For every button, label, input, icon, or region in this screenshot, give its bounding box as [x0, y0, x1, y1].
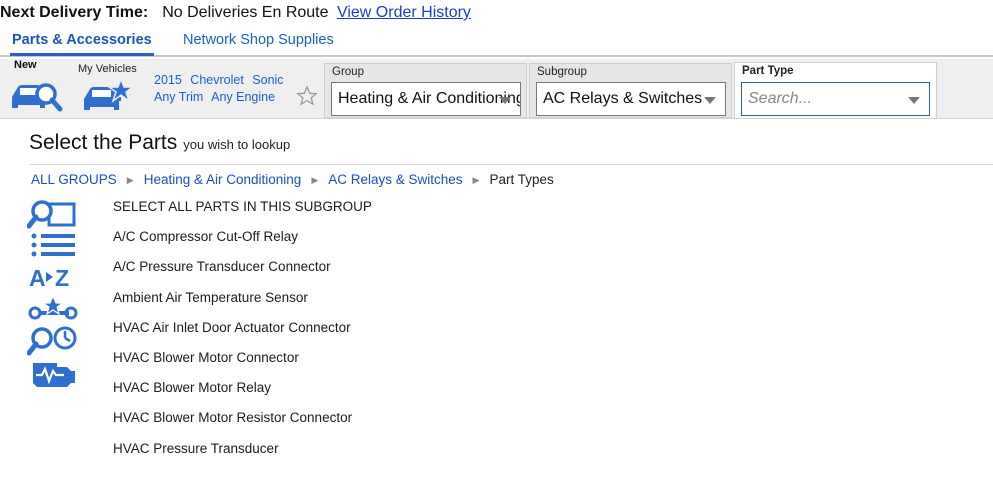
chevron-down-icon [499, 97, 511, 104]
search-clock-icon[interactable] [27, 325, 79, 357]
svg-text:A: A [29, 265, 46, 291]
breadcrumb-group[interactable]: Heating & Air Conditioning [144, 172, 302, 187]
vehicle-model[interactable]: Sonic [252, 73, 283, 87]
a-to-z-icon[interactable]: A Z [27, 261, 79, 293]
title-divider [29, 164, 993, 165]
chevron-down-icon [908, 97, 920, 104]
part-type-search-placeholder: Search... [748, 90, 813, 107]
list-item[interactable]: A/C Pressure Transducer Connector [113, 259, 372, 289]
part-type-select-container: Part Type Search... [734, 62, 937, 119]
main-tabs: Parts & Accessories Network Shop Supplie… [0, 30, 993, 57]
subgroup-select[interactable]: AC Relays & Switches [536, 82, 726, 116]
group-select[interactable]: Heating & Air Conditioning [331, 82, 521, 116]
group-caption: Group [332, 66, 364, 78]
search-panel-icon[interactable] [27, 199, 79, 231]
new-lookup-label: New [14, 59, 37, 71]
favorite-star-icon[interactable] [296, 85, 318, 107]
list-icon[interactable] [27, 231, 79, 261]
select-all-parts-item[interactable]: SELECT ALL PARTS IN THIS SUBGROUP [113, 199, 372, 229]
group-select-container: Group Heating & Air Conditioning [324, 63, 527, 118]
part-type-search[interactable]: Search... [741, 82, 930, 116]
breadcrumb-all-groups[interactable]: ALL GROUPS [31, 172, 117, 187]
vehicle-make[interactable]: Chevrolet [190, 73, 244, 87]
my-vehicles-label: My Vehicles [78, 63, 137, 75]
breadcrumb-arrow-icon: ▶ [126, 175, 134, 185]
view-order-history-link[interactable]: View Order History [337, 4, 471, 21]
delivery-value: No Deliveries En Route [162, 4, 329, 21]
page-title-text: Select the Parts [29, 131, 178, 154]
breadcrumb: ALL GROUPS ▶ Heating & Air Conditioning ▶ AC… [31, 172, 554, 187]
breadcrumb-subgroup[interactable]: AC Relays & Switches [328, 172, 462, 187]
vehicle-trim[interactable]: Any Trim [154, 90, 203, 104]
my-vehicles-icon[interactable] [82, 77, 136, 113]
selected-vehicle[interactable]: 2015 Chevrolet Sonic Any Trim Any Engine [154, 72, 289, 106]
page-subtitle: you wish to lookup [183, 137, 291, 152]
lookup-method-icons: A Z [27, 199, 79, 389]
list-item[interactable]: HVAC Blower Motor Resistor Connector [113, 410, 372, 440]
subgroup-select-container: Subgroup AC Relays & Switches [529, 63, 732, 118]
engine-warning-icon[interactable] [27, 357, 79, 389]
part-type-caption: Part Type [742, 65, 794, 77]
breadcrumb-arrow-icon: ▶ [311, 175, 319, 185]
subgroup-caption: Subgroup [537, 66, 587, 78]
svg-text:Z: Z [55, 265, 69, 291]
list-item[interactable]: HVAC Blower Motor Connector [113, 350, 372, 380]
part-type-list: SELECT ALL PARTS IN THIS SUBGROUP A/C Co… [113, 199, 372, 471]
list-item[interactable]: HVAC Air Inlet Door Actuator Connector [113, 320, 372, 350]
list-item[interactable]: HVAC Blower Motor Relay [113, 380, 372, 410]
delivery-label: Next Delivery Time: [0, 4, 149, 21]
list-item[interactable]: A/C Compressor Cut-Off Relay [113, 229, 372, 259]
list-item[interactable]: HVAC Pressure Transducer [113, 441, 372, 471]
new-vehicle-search-icon[interactable] [9, 77, 63, 113]
vehicle-engine[interactable]: Any Engine [211, 90, 275, 104]
breadcrumb-arrow-icon: ▶ [472, 175, 480, 185]
vehicle-year[interactable]: 2015 [154, 73, 182, 87]
tab-network-shop-supplies[interactable]: Network Shop Supplies [183, 32, 334, 48]
subgroup-select-value: AC Relays & Switches [543, 90, 703, 107]
chevron-down-icon [704, 97, 716, 104]
delivery-status: Next Delivery Time: No Deliveries En Rout… [0, 4, 471, 26]
list-item[interactable]: Ambient Air Temperature Sensor [113, 290, 372, 320]
group-select-value: Heating & Air Conditioning [338, 90, 521, 107]
repair-tools-icon[interactable] [27, 293, 79, 325]
vehicle-toolbar: New My Vehicles 2015 Chevrolet Sonic Any… [0, 59, 993, 119]
page-title: Select the Parts you wish to lookup [29, 131, 290, 155]
breadcrumb-current: Part Types [489, 172, 554, 187]
tab-parts-accessories[interactable]: Parts & Accessories [10, 32, 154, 56]
